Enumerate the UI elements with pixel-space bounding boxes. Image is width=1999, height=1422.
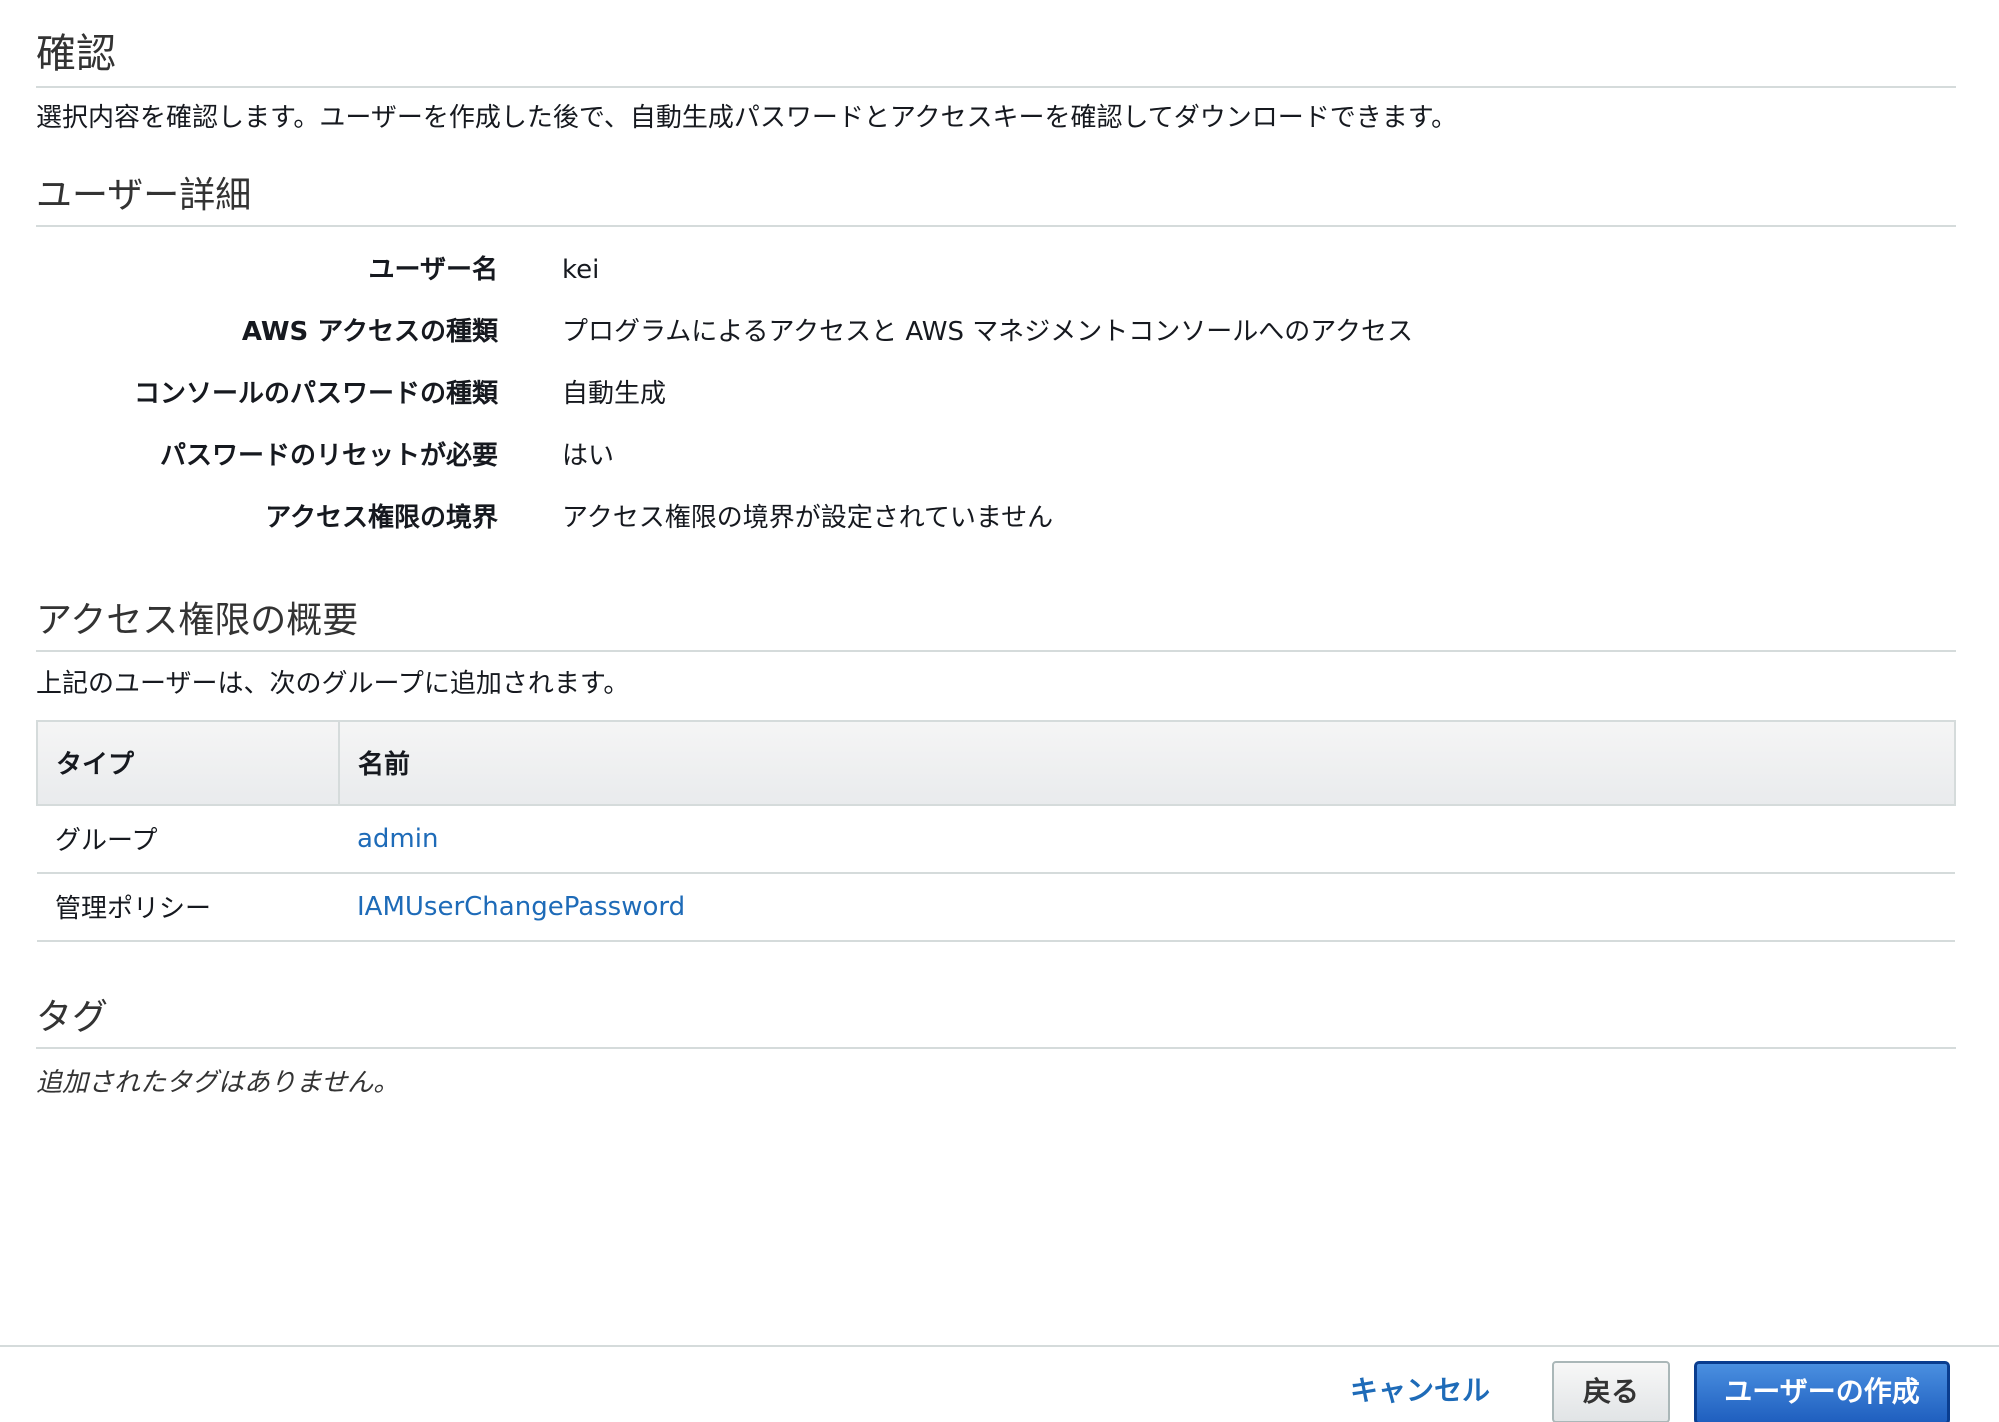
access-type-label: AWS アクセスの種類 [241,316,498,347]
tags-empty-text: 追加されたタグはありません。 [36,1068,400,1099]
review-page: 確認 選択内容を確認します。ユーザーを作成した後で、自動生成パスワードとアクセス… [0,0,1999,1422]
permissions-table: タイプ 名前 グループ admin 管理ポリシー IAMUserChangePa… [36,719,1956,942]
permissions-boundary-label: アクセス権限の境界 [265,502,498,533]
permissions-boundary-value: アクセス権限の境界が設定されていません [562,502,1054,533]
row-type: グループ [37,804,339,874]
console-password-type-label: コンソールのパスワードの種類 [133,378,498,409]
wizard-footer: キャンセル 戻る ユーザーの作成 [0,1345,1999,1422]
permissions-summary-description: 上記のユーザーは、次のグループに追加されます。 [36,669,630,700]
create-user-button[interactable]: ユーザーの作成 [1694,1361,1950,1422]
back-button[interactable]: 戻る [1552,1361,1670,1422]
password-reset-value: はい [562,440,615,471]
table-row: グループ admin [37,804,1955,874]
user-name-value: kei [562,254,600,285]
column-header-name: 名前 [338,719,1956,806]
review-title: 確認 [36,30,1956,88]
table-header-row: タイプ 名前 [36,719,1956,806]
column-header-type: タイプ [36,719,340,806]
user-name-label: ユーザー名 [368,254,498,285]
user-details-title: ユーザー詳細 [36,174,1956,227]
console-password-type-value: 自動生成 [562,378,667,409]
review-description: 選択内容を確認します。ユーザーを作成した後で、自動生成パスワードとアクセスキーを… [36,103,1458,133]
review-content: 確認 選択内容を確認します。ユーザーを作成した後で、自動生成パスワードとアクセス… [36,0,1956,1101]
group-link-admin[interactable]: admin [339,804,1955,874]
cancel-button[interactable]: キャンセル [1350,1369,1490,1409]
user-details-list: ユーザー名 kei AWS アクセスの種類 プログラムによるアクセスと AWS … [36,239,1956,549]
password-reset-label: パスワードのリセットが必要 [159,440,498,471]
row-type: 管理ポリシー [37,872,339,942]
tags-title: タグ [36,996,1956,1050]
access-type-value: プログラムによるアクセスと AWS マネジメントコンソールへのアクセス [562,316,1413,347]
table-row: 管理ポリシー IAMUserChangePassword [37,872,1955,942]
policy-link-iam-user-change-password[interactable]: IAMUserChangePassword [339,872,1955,942]
permissions-summary-title: アクセス権限の概要 [36,599,1956,653]
